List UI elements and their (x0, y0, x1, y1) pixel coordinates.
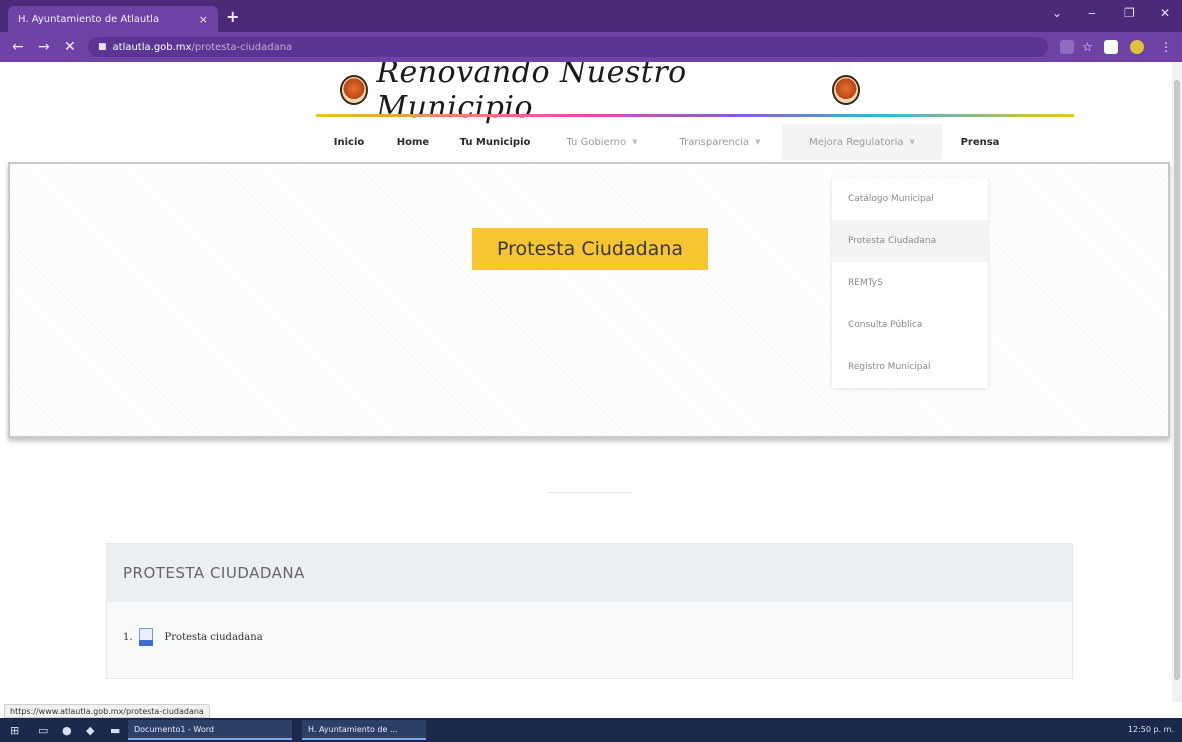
nav-item-label: Transparencia (679, 136, 750, 148)
document-link[interactable]: Protesta ciudadana (165, 632, 263, 643)
butterfly-icon (831, 75, 860, 105)
browser-menu-icon[interactable]: ⋮ (1160, 40, 1172, 54)
browser-toolbar: ← → ✕ ■ atlautla.gob.mx /protesta-ciudad… (0, 32, 1182, 62)
reading-list-icon[interactable] (1104, 40, 1118, 54)
restore-button[interactable]: ❐ (1124, 6, 1135, 20)
nav-item-label: Inicio (333, 136, 365, 148)
documents-panel: PROTESTA CIUDADANA 1. Protesta ciudadana (106, 543, 1073, 679)
nav-item-label: Prensa (960, 136, 1000, 148)
scrollbar-thumb[interactable] (1174, 80, 1180, 680)
tab-search-icon[interactable]: ⌄ (1052, 6, 1062, 20)
file-explorer-icon[interactable]: ▬ (110, 724, 120, 737)
nav-item-label: Tu Municipio (459, 136, 531, 148)
url-path: /protesta-ciudadana (191, 41, 293, 53)
close-window-button[interactable]: ✕ (1160, 6, 1170, 20)
nav-item-label: Mejora Regulatoria (809, 136, 904, 148)
nav-item-prensa[interactable]: Prensa (942, 124, 1018, 160)
dropdown-item-consulta-publica[interactable]: Consulta Pública (832, 304, 988, 346)
url-domain: atlautla.gob.mx (112, 41, 192, 53)
start-icon[interactable]: ⊞ (10, 724, 19, 737)
logo-underline (316, 114, 1074, 117)
browser-tab[interactable]: H. Ayuntamiento de Atlautla × (8, 6, 218, 32)
dropdown-item-protesta-ciudadana[interactable]: Protesta Ciudadana (832, 220, 988, 262)
dropdown-item-remtys[interactable]: REMTyS (832, 262, 988, 304)
link-status-bar: https://www.atlautla.gob.mx/protesta-ciu… (4, 704, 210, 718)
panel-heading: PROTESTA CIUDADANA (107, 544, 1072, 602)
tab-title: H. Ayuntamiento de Atlautla (18, 13, 160, 25)
nav-item-tu-municipio[interactable]: Tu Municipio (444, 124, 546, 160)
back-button[interactable]: ← (12, 39, 24, 55)
app-icon[interactable]: ◆ (86, 724, 94, 737)
dropdown-item-catalogo-municipal[interactable]: Catálogo Municipal (832, 178, 988, 220)
bookmark-star-icon[interactable]: ☆ (1082, 40, 1093, 54)
browser-tab-strip: H. Ayuntamiento de Atlautla × + ⌄ ‒ ❐ ✕ (0, 0, 1182, 32)
system-clock[interactable]: 12:50 p. m. (1128, 725, 1174, 734)
browser-icon[interactable]: ● (62, 724, 72, 737)
new-tab-button[interactable]: + (226, 7, 239, 26)
nav-item-mejora-regulatoria[interactable]: Mejora Regulatoria ▼ (782, 124, 942, 160)
minimize-button[interactable]: ‒ (1088, 6, 1096, 20)
task-view-icon[interactable]: ▭ (38, 724, 48, 737)
nav-item-label: Home (396, 136, 430, 148)
web-page: Renovando Nuestro Municipio Inicio Home … (0, 62, 1172, 702)
lock-icon: ■ (98, 42, 107, 52)
nav-item-label: Tu Gobierno (566, 136, 627, 148)
windows-taskbar: ⊞ ▭ ● ◆ ▬ Documento1 - Word H. Ayuntamie… (0, 718, 1182, 742)
extension-icon[interactable] (1060, 40, 1074, 54)
taskbar-app-label: H. Ayuntamiento de ... (308, 724, 398, 734)
chevron-down-icon: ▼ (632, 138, 638, 146)
stop-loading-button[interactable]: ✕ (64, 39, 76, 55)
list-item: 1. Protesta ciudadana (107, 602, 1072, 646)
page-scrollbar[interactable] (1172, 62, 1182, 702)
chevron-down-icon: ▼ (755, 138, 761, 146)
site-logo[interactable]: Renovando Nuestro Municipio (340, 62, 860, 125)
close-tab-icon[interactable]: × (199, 13, 208, 26)
nav-item-home[interactable]: Home (382, 124, 444, 160)
address-bar[interactable]: ■ atlautla.gob.mx /protesta-ciudadana (88, 37, 1048, 57)
chevron-down-icon: ▼ (909, 138, 915, 146)
butterfly-icon (340, 75, 369, 105)
nav-item-transparencia[interactable]: Transparencia ▼ (658, 124, 782, 160)
nav-item-tu-gobierno[interactable]: Tu Gobierno ▼ (546, 124, 658, 160)
taskbar-app-label: Documento1 - Word (134, 724, 214, 734)
list-item-number: 1. (123, 631, 133, 643)
mejora-regulatoria-dropdown: Catálogo Municipal Protesta Ciudadana RE… (832, 178, 988, 388)
section-divider (548, 492, 632, 493)
document-icon[interactable] (138, 628, 153, 646)
profile-avatar[interactable] (1130, 40, 1144, 54)
forward-button[interactable]: → (38, 39, 50, 55)
page-title: Protesta Ciudadana (472, 228, 708, 270)
taskbar-app-browser[interactable]: H. Ayuntamiento de ... (302, 720, 426, 740)
hero-banner (8, 162, 1170, 438)
nav-item-inicio[interactable]: Inicio (316, 124, 382, 160)
main-nav: Inicio Home Tu Municipio Tu Gobierno ▼ Tr… (316, 124, 1018, 160)
dropdown-item-registro-municipal[interactable]: Registro Municipal (832, 346, 988, 388)
taskbar-app-word[interactable]: Documento1 - Word (128, 720, 292, 740)
